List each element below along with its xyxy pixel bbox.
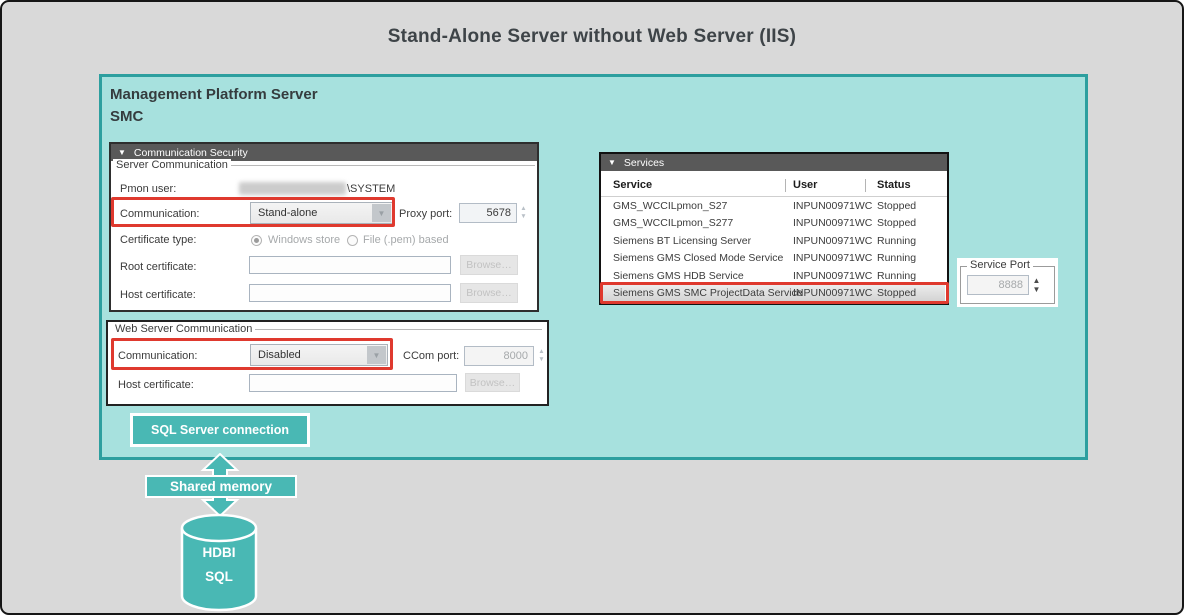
- services-header[interactable]: ▼ Services: [601, 154, 947, 171]
- spinner-up-icon[interactable]: ▲: [538, 349, 544, 356]
- database-label-line1: HDBI: [180, 545, 258, 560]
- service-cell-user: INPUN00971WC: [793, 270, 872, 282]
- service-cell-service: Siemens GMS HDB Service: [613, 270, 744, 282]
- communication-label: Communication:: [120, 208, 199, 220]
- service-port-label: Service Port: [967, 259, 1033, 271]
- column-header-user[interactable]: User: [793, 179, 817, 191]
- shared-memory-label: Shared memory: [145, 475, 297, 498]
- ws-communication-dropdown[interactable]: Disabled ▼: [250, 344, 388, 366]
- service-port-input[interactable]: 8888: [967, 275, 1029, 295]
- service-cell-service: Siemens GMS Closed Mode Service: [613, 252, 783, 264]
- root-certificate-browse-button[interactable]: Browse…: [460, 255, 518, 275]
- service-cell-user: INPUN00971WC: [793, 217, 872, 229]
- proxy-port-spinner[interactable]: ▲ ▼: [518, 203, 529, 223]
- service-cell-user: INPUN00971WC: [793, 200, 872, 212]
- service-row[interactable]: GMS_WCCILpmon_S27 INPUN00971WC Stopped: [603, 198, 945, 215]
- pmon-user-redacted-value: [239, 182, 346, 195]
- service-port-box: Service Port 8888 ▲ ▼: [957, 258, 1058, 307]
- web-server-groupline: [252, 329, 542, 330]
- ccom-port-input[interactable]: 8000: [464, 346, 534, 366]
- diagram-title: Stand-Alone Server without Web Server (I…: [2, 26, 1182, 48]
- host-certificate-browse-button[interactable]: Browse…: [460, 283, 518, 303]
- platform-subtitle: SMC: [110, 108, 143, 125]
- communication-dropdown[interactable]: Stand-alone ▼: [250, 202, 393, 224]
- collapse-triangle-icon: ▼: [118, 149, 126, 157]
- service-cell-service: GMS_WCCILpmon_S27: [613, 200, 727, 212]
- dropdown-arrow-icon[interactable]: ▼: [372, 204, 391, 222]
- ccom-port-label: CCom port:: [403, 350, 459, 362]
- spinner-down-icon[interactable]: ▼: [520, 214, 526, 221]
- column-header-service[interactable]: Service: [613, 179, 652, 191]
- collapse-triangle-icon: ▼: [608, 159, 616, 167]
- pmon-user-value: \SYSTEM: [347, 183, 395, 195]
- server-communication-group-label: Server Communication: [113, 159, 231, 171]
- database-cylinder-icon: [180, 513, 258, 612]
- column-header-status[interactable]: Status: [877, 179, 911, 191]
- service-cell-status: Stopped: [877, 287, 916, 299]
- database-label-line2: SQL: [180, 569, 258, 584]
- communication-dropdown-value: Stand-alone: [258, 207, 317, 219]
- dropdown-arrow-icon[interactable]: ▼: [367, 346, 386, 364]
- web-server-group-label: Web Server Communication: [112, 323, 255, 335]
- proxy-port-input[interactable]: 5678: [459, 203, 517, 223]
- service-cell-status: Running: [877, 235, 916, 247]
- root-certificate-input[interactable]: [249, 256, 451, 274]
- ws-host-certificate-browse-button[interactable]: Browse…: [465, 373, 520, 392]
- host-certificate-label: Host certificate:: [120, 289, 196, 301]
- ws-communication-dropdown-value: Disabled: [258, 349, 301, 361]
- service-cell-status: Stopped: [877, 217, 916, 229]
- header-underline: [601, 196, 947, 197]
- spinner-up-icon[interactable]: ▲: [1033, 277, 1041, 285]
- service-row[interactable]: Siemens GMS HDB Service INPUN00971WC Runni…: [603, 268, 945, 285]
- service-cell-service: GMS_WCCILpmon_S277: [613, 217, 733, 229]
- services-panel: ▼ Services Service User Status GMS_WCCIL…: [599, 152, 949, 305]
- diagram-frame: Stand-Alone Server without Web Server (I…: [0, 0, 1184, 615]
- file-pem-radio-label: File (.pem) based: [363, 234, 449, 246]
- proxy-port-label: Proxy port:: [399, 208, 452, 220]
- column-divider: [785, 179, 786, 192]
- communication-security-title: Communication Security: [134, 147, 248, 159]
- ws-communication-label: Communication:: [118, 350, 197, 362]
- platform-title: Management Platform Server: [110, 86, 318, 103]
- certificate-type-label: Certificate type:: [120, 234, 196, 246]
- service-port-spinner[interactable]: ▲ ▼: [1031, 275, 1042, 295]
- service-row[interactable]: GMS_WCCILpmon_S277 INPUN00971WC Stopped: [603, 215, 945, 232]
- spinner-up-icon[interactable]: ▲: [520, 206, 526, 213]
- service-cell-user: INPUN00971WC: [793, 252, 872, 264]
- service-row[interactable]: Siemens GMS Closed Mode Service INPUN0097…: [603, 250, 945, 267]
- spinner-down-icon[interactable]: ▼: [538, 357, 544, 364]
- file-pem-radio[interactable]: [347, 235, 358, 246]
- ccom-port-spinner[interactable]: ▲ ▼: [536, 346, 547, 366]
- service-cell-service: Siemens BT Licensing Server: [613, 235, 751, 247]
- spinner-down-icon[interactable]: ▼: [1033, 286, 1041, 294]
- ws-host-certificate-input[interactable]: [249, 374, 457, 392]
- server-communication-groupline: [220, 165, 535, 166]
- host-certificate-input[interactable]: [249, 284, 451, 302]
- service-cell-user: INPUN00971WC: [793, 287, 872, 299]
- column-divider: [865, 179, 866, 192]
- pmon-user-label: Pmon user:: [120, 183, 176, 195]
- service-cell-status: Running: [877, 252, 916, 264]
- service-cell-status: Stopped: [877, 200, 916, 212]
- services-title: Services: [624, 157, 664, 169]
- service-row[interactable]: Siemens GMS SMC ProjectData ServiceINPUN…: [603, 285, 945, 302]
- service-cell-status: Running: [877, 270, 916, 282]
- sql-server-connection-button[interactable]: SQL Server connection: [130, 413, 310, 447]
- windows-store-radio-label: Windows store: [268, 234, 340, 246]
- service-row[interactable]: Siemens BT Licensing Server INPUN00971WC R…: [603, 233, 945, 250]
- service-cell-user: INPUN00971WC: [793, 235, 872, 247]
- service-cell-service: Siemens GMS SMC ProjectData Service: [613, 287, 803, 299]
- ws-host-certificate-label: Host certificate:: [118, 379, 194, 391]
- root-certificate-label: Root certificate:: [120, 261, 196, 273]
- windows-store-radio[interactable]: [251, 235, 262, 246]
